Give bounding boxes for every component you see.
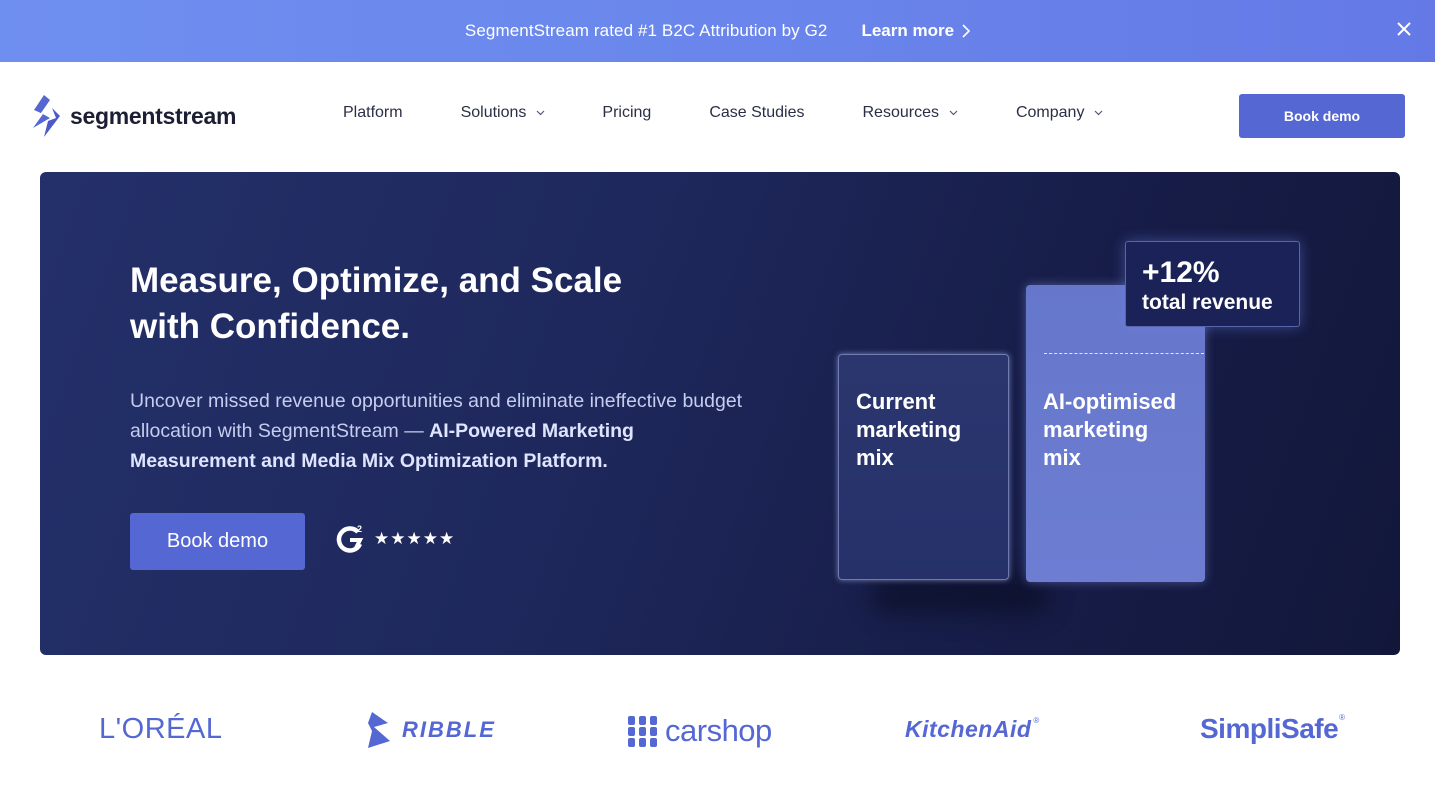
hero-title: Measure, Optimize, and Scale with Confid… — [130, 258, 730, 350]
close-icon[interactable] — [1393, 18, 1415, 40]
segmentstream-logo-icon — [33, 95, 60, 137]
current-mix-label-line3: mix — [856, 445, 894, 470]
learn-more-label: Learn more — [861, 21, 955, 40]
customer-logos: L'ORÉAL RIBBLE carshop KitchenAid ® Simp… — [0, 700, 1435, 770]
ribble-mark-icon — [368, 712, 390, 748]
simplisafe-logo: SimpliSafe ® — [1200, 713, 1345, 745]
nav-item-resources[interactable]: Resources — [862, 104, 958, 122]
book-demo-hero-button[interactable]: Book demo — [130, 513, 305, 570]
carshop-grid-icon — [628, 716, 657, 747]
current-mix-label-line1: Current — [856, 389, 936, 414]
current-mix-label: Current marketing mix — [856, 388, 961, 472]
svg-text:2: 2 — [357, 524, 362, 534]
simplisafe-logo-text: SimpliSafe — [1200, 713, 1339, 744]
bar-shadow — [870, 574, 1050, 614]
nav-item-label: Resources — [862, 104, 939, 121]
nav-menu: Platform Solutions Pricing Case Studies … — [343, 104, 1103, 122]
rating-stars: ★★★★★ — [374, 529, 456, 549]
ai-mix-label-line2: marketing — [1043, 417, 1149, 442]
registered-mark: ® — [1033, 716, 1040, 725]
chevron-right-icon — [962, 24, 971, 38]
chevron-down-icon — [1095, 110, 1103, 116]
kitchenaid-logo: KitchenAid ® — [905, 716, 1039, 743]
ribble-logo-text: RIBBLE — [402, 717, 496, 742]
ai-mix-label-line1: AI-optimised — [1043, 389, 1177, 414]
nav-item-label: Solutions — [460, 104, 527, 121]
announcement-message: SegmentStream rated #1 B2C Attribution b… — [464, 21, 828, 40]
revenue-badge: +12% total revenue — [1125, 241, 1300, 327]
nav-item-label: Platform — [343, 104, 403, 121]
nav-item-company[interactable]: Company — [1016, 104, 1103, 122]
revenue-badge-value: +12% — [1142, 256, 1220, 289]
registered-mark: ® — [1339, 713, 1346, 722]
carshop-logo: carshop — [627, 713, 772, 749]
nav-item-pricing[interactable]: Pricing — [602, 104, 651, 122]
nav-item-solutions[interactable]: Solutions — [461, 104, 546, 122]
current-mix-label-line2: marketing — [856, 417, 962, 442]
learn-more-link[interactable]: Learn more — [861, 21, 971, 41]
nav-item-label: Company — [1015, 104, 1085, 121]
book-demo-nav-button[interactable]: Book demo — [1239, 94, 1405, 138]
nav-item-label: Case Studies — [709, 104, 805, 121]
dashed-divider — [1044, 353, 1204, 354]
hero-section: Measure, Optimize, and Scale with Confid… — [40, 172, 1400, 655]
brand-wordmark: segmentstream — [70, 102, 237, 129]
hero-title-line2: with Confidence. — [130, 307, 410, 346]
nav-item-case-studies[interactable]: Case Studies — [709, 104, 804, 122]
ribble-logo: RIBBLE — [366, 711, 496, 749]
ai-mix-label-line3: mix — [1043, 445, 1081, 470]
g2-icon: 2 — [336, 524, 364, 553]
carshop-logo-text: carshop — [665, 713, 772, 748]
nav-item-label: Pricing — [602, 104, 652, 121]
chevron-down-icon — [949, 110, 958, 116]
loreal-logo: L'ORÉAL — [99, 713, 222, 746]
main-nav: segmentstream Platform Solutions Pricing… — [0, 62, 1435, 172]
hero-title-line1: Measure, Optimize, and Scale — [130, 261, 623, 300]
g2-rating[interactable]: 2 ★★★★★ — [336, 524, 455, 554]
revenue-badge-text: total revenue — [1142, 291, 1273, 314]
ai-optimised-mix-label: AI-optimised marketing mix — [1043, 388, 1176, 472]
nav-item-platform[interactable]: Platform — [343, 104, 403, 122]
hero-subtitle: Uncover missed revenue opportunities and… — [130, 386, 750, 476]
loreal-logo-text: L'ORÉAL — [99, 713, 223, 745]
chevron-down-icon — [536, 110, 545, 116]
brand-logo[interactable]: segmentstream — [30, 94, 236, 138]
kitchenaid-logo-text: KitchenAid — [905, 716, 1032, 742]
announcement-bar: SegmentStream rated #1 B2C Attribution b… — [0, 0, 1435, 62]
